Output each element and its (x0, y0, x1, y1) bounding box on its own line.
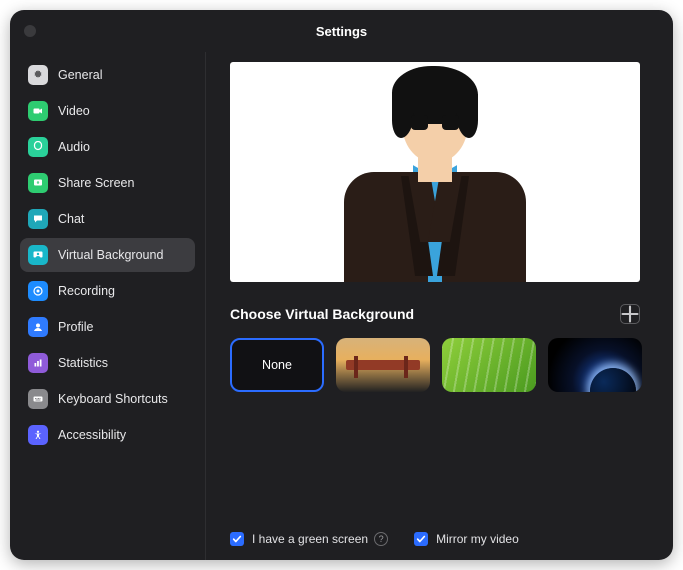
mirror-video-label: Mirror my video (436, 532, 519, 546)
sidebar-item-label: Chat (58, 212, 84, 226)
profile-icon (28, 317, 48, 337)
accessibility-icon (28, 425, 48, 445)
green-screen-label: I have a green screen (252, 532, 368, 546)
main-panel: Choose Virtual Background None I have a … (206, 52, 673, 560)
sidebar-item-label: General (58, 68, 102, 82)
checkbox-checked-icon (414, 532, 428, 546)
sidebar-item-profile[interactable]: Profile (20, 310, 195, 344)
titlebar: Settings (10, 10, 673, 52)
sidebar-item-general[interactable]: General (20, 58, 195, 92)
section-title: Choose Virtual Background (230, 306, 414, 322)
sidebar-item-label: Recording (58, 284, 115, 298)
sidebar-item-chat[interactable]: Chat (20, 202, 195, 236)
window-body: General Video Audio Share Screen Chat Virtual… (10, 52, 673, 560)
audio-icon (28, 137, 48, 157)
sidebar-item-statistics[interactable]: Statistics (20, 346, 195, 380)
chat-icon (28, 209, 48, 229)
stats-icon (28, 353, 48, 373)
share-icon (28, 173, 48, 193)
bottom-options: I have a green screen ? Mirror my video (230, 512, 649, 546)
section-header: Choose Virtual Background (230, 304, 640, 324)
sidebar-item-label: Share Screen (58, 176, 134, 190)
sidebar-item-share-screen[interactable]: Share Screen (20, 166, 195, 200)
video-icon (28, 101, 48, 121)
add-background-button[interactable] (620, 304, 640, 324)
sidebar-item-label: Profile (58, 320, 93, 334)
keyboard-icon (28, 389, 48, 409)
sidebar-item-label: Video (58, 104, 90, 118)
sidebar-item-label: Keyboard Shortcuts (58, 392, 168, 406)
record-icon (28, 281, 48, 301)
background-tile-grass[interactable] (442, 338, 536, 392)
sidebar-item-keyboard-shortcuts[interactable]: Keyboard Shortcuts (20, 382, 195, 416)
sunglasses-icon (411, 114, 459, 130)
mirror-video-checkbox[interactable]: Mirror my video (414, 532, 519, 546)
window-title: Settings (10, 24, 673, 39)
checkbox-checked-icon (230, 532, 244, 546)
background-tile-label: None (262, 358, 292, 372)
green-screen-checkbox[interactable]: I have a green screen ? (230, 532, 388, 546)
vb-icon (28, 245, 48, 265)
sidebar-item-virtual-background[interactable]: Virtual Background (20, 238, 195, 272)
help-icon[interactable]: ? (374, 532, 388, 546)
sidebar-item-accessibility[interactable]: Accessibility (20, 418, 195, 452)
background-tile-none[interactable]: None (230, 338, 324, 392)
settings-window: Settings General Video Audio Share Screen Ch… (10, 10, 673, 560)
sidebar-item-label: Audio (58, 140, 90, 154)
plus-icon (621, 305, 639, 323)
sidebar-item-label: Virtual Background (58, 248, 163, 262)
sidebar-item-recording[interactable]: Recording (20, 274, 195, 308)
sidebar-item-label: Statistics (58, 356, 108, 370)
video-preview (230, 62, 640, 282)
avatar (310, 64, 560, 282)
sidebar: General Video Audio Share Screen Chat Virtual… (10, 52, 206, 560)
sidebar-item-audio[interactable]: Audio (20, 130, 195, 164)
sidebar-item-video[interactable]: Video (20, 94, 195, 128)
background-tiles: None (230, 338, 640, 392)
background-tile-bridge[interactable] (336, 338, 430, 392)
gear-icon (28, 65, 48, 85)
background-tile-space[interactable] (548, 338, 642, 392)
sidebar-item-label: Accessibility (58, 428, 126, 442)
